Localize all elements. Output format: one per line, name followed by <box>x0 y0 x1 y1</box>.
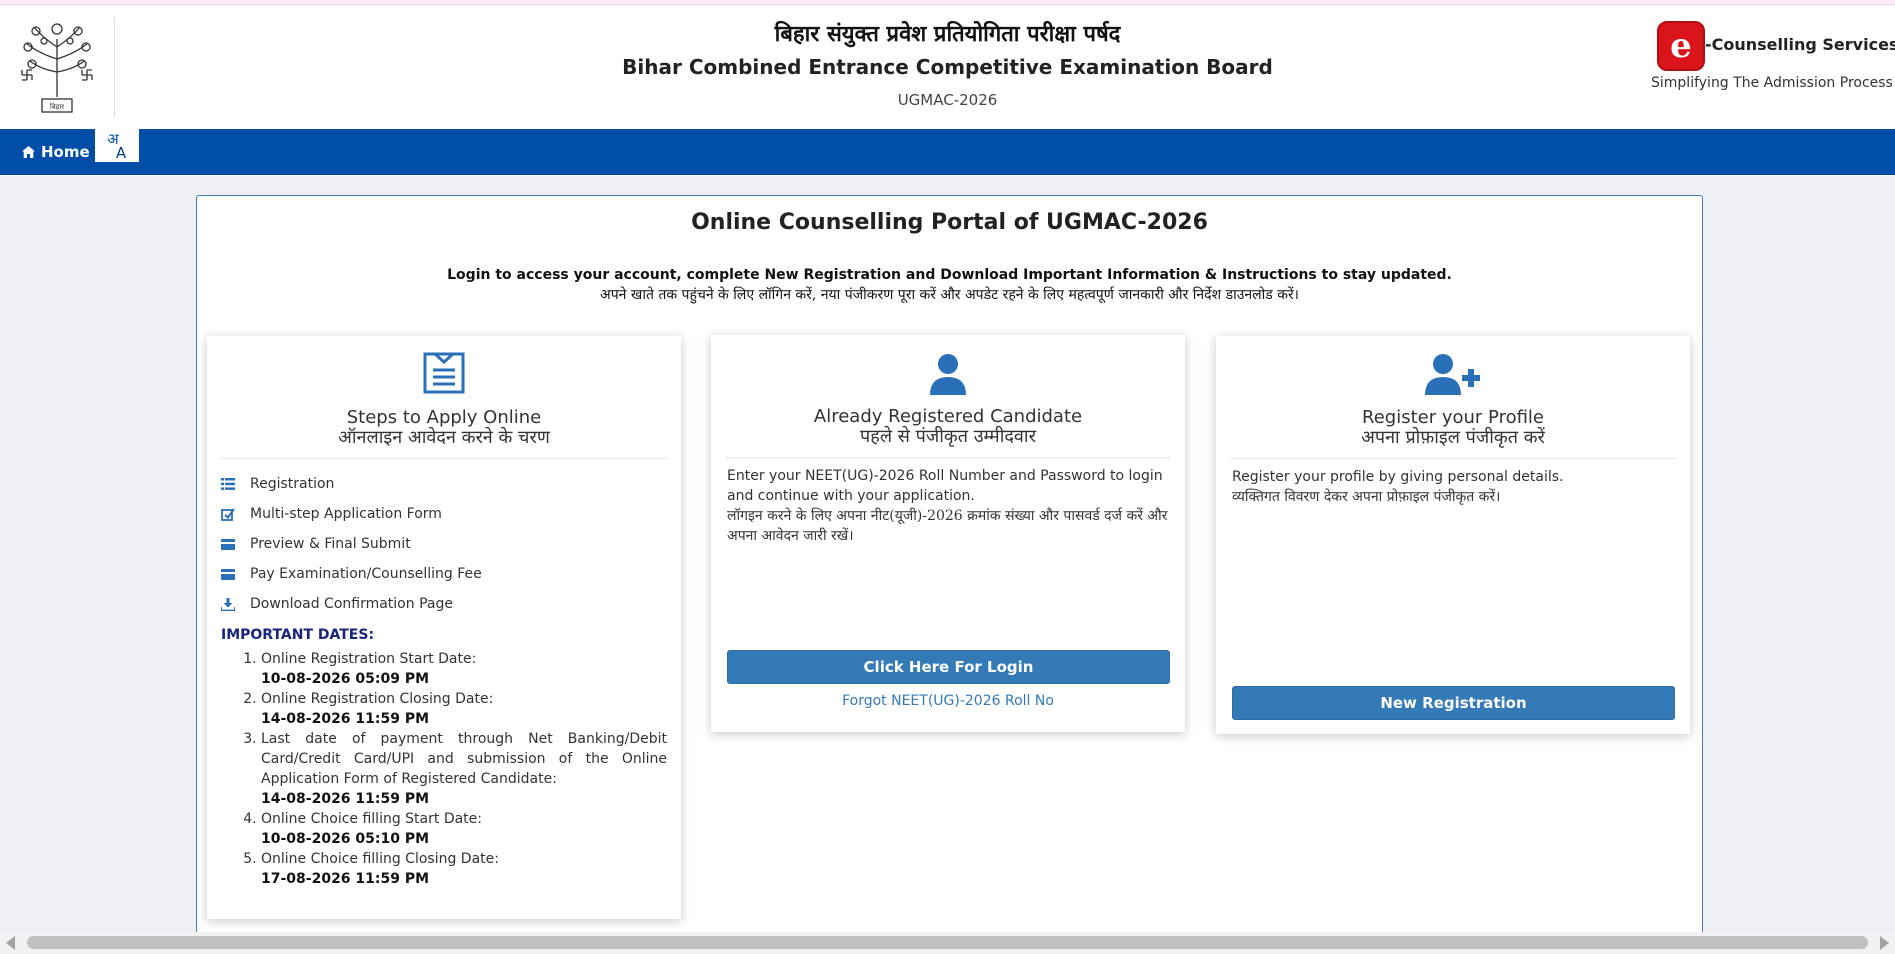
date-value: 10-08-2026 05:09 PM <box>261 671 430 687</box>
date-value: 14-08-2026 11:59 PM <box>261 791 430 807</box>
scroll-right-arrow-icon[interactable] <box>1880 936 1889 950</box>
date-label: Online Choice filling Start Date: <box>261 811 482 827</box>
important-dates-list: Online Registration Start Date: 10-08-20… <box>207 643 681 889</box>
register-card-title: Register your Profile अपना प्रोफ़ाइल पंज… <box>1216 408 1690 448</box>
login-instructions-hindi: लॉगइन करने के लिए अपना नीट(यूजी)-2026 क्… <box>727 508 1168 544</box>
language-toggle-button[interactable]: अ A <box>95 129 139 162</box>
register-instructions-hindi: व्यक्तिगत विवरण देकर अपना प्रोफ़ाइल पंजी… <box>1232 489 1501 505</box>
date-item: Online Registration Closing Date: 14-08-… <box>261 689 667 729</box>
edit-icon <box>221 506 250 522</box>
e-counselling-tagline: Simplifying The Admission Process <box>1651 75 1893 91</box>
date-label: Online Registration Closing Date: <box>261 691 494 707</box>
login-instructions-english: Enter your NEET(UG)-2026 Roll Number and… <box>727 468 1163 504</box>
register-card-title-english: Register your Profile <box>1362 407 1544 428</box>
user-icon <box>711 353 1185 395</box>
steps-card-title-hindi: ऑनलाइन आवेदन करने के चरण <box>338 427 550 448</box>
forgot-roll-number-link[interactable]: Forgot NEET(UG)-2026 Roll No <box>711 693 1185 709</box>
site-header: बिहार बिहार संयुक्त प्रवेश प्रतियोगिता प… <box>0 5 1895 129</box>
portal-subtitle-english: Login to access your account, complete N… <box>447 267 1452 283</box>
date-label: Online Choice filling Closing Date: <box>261 851 499 867</box>
portal-title: Online Counselling Portal of UGMAC-2026 <box>691 210 1208 235</box>
card-icon <box>221 536 250 552</box>
language-english-glyph: A <box>115 143 127 162</box>
login-card-title-english: Already Registered Candidate <box>813 406 1083 427</box>
register-instructions-english: Register your profile by giving personal… <box>1232 469 1564 485</box>
home-icon <box>22 146 35 158</box>
login-card: Already Registered Candidate पहले से पंज… <box>711 335 1185 732</box>
date-item: Online Registration Start Date: 10-08-20… <box>261 649 667 689</box>
counselling-portal-panel: Online Counselling Portal of UGMAC-2026 … <box>196 195 1703 935</box>
login-card-title-hindi: पहले से पंजीकृत उम्मीदवार <box>860 426 1036 447</box>
step-label: Registration <box>250 476 335 492</box>
steps-card-title: Steps to Apply Online ऑनलाइन आवेदन करने … <box>207 408 681 448</box>
new-registration-button[interactable]: New Registration <box>1232 686 1675 720</box>
portal-subtitle-hindi: अपने खाते तक पहुंचने के लिए लॉगिन करें, … <box>600 287 1299 303</box>
login-instructions: Enter your NEET(UG)-2026 Roll Number and… <box>711 458 1185 546</box>
step-item: Download Confirmation Page <box>221 589 667 619</box>
date-item: Online Choice filling Start Date: 10-08-… <box>261 809 667 849</box>
nav-home-link[interactable]: Home <box>22 129 90 175</box>
portal-subtitle: Login to access your account, complete N… <box>197 265 1702 305</box>
step-label: Pay Examination/Counselling Fee <box>250 566 482 582</box>
date-label: Online Registration Start Date: <box>261 651 477 667</box>
step-item: Registration <box>221 469 667 499</box>
credit-card-icon <box>221 566 250 582</box>
board-title-english: Bihar Combined Entrance Competitive Exam… <box>622 55 1273 79</box>
step-label: Multi-step Application Form <box>250 506 442 522</box>
login-card-title: Already Registered Candidate पहले से पंज… <box>711 407 1185 447</box>
date-value: 17-08-2026 11:59 PM <box>261 871 430 887</box>
steps-list: Registration Multi-step Application Form… <box>207 459 681 619</box>
scroll-left-arrow-icon[interactable] <box>6 936 15 950</box>
list-icon <box>221 476 250 492</box>
step-label: Download Confirmation Page <box>250 596 453 612</box>
login-button[interactable]: Click Here For Login <box>727 650 1170 684</box>
date-value: 10-08-2026 05:10 PM <box>261 831 430 847</box>
main-navbar: Home अ A <box>0 129 1895 175</box>
exam-code: UGMAC-2026 <box>897 91 998 109</box>
e-counselling-mark: e <box>1657 21 1705 71</box>
form-icon <box>207 352 681 394</box>
nav-home-label: Home <box>41 143 90 161</box>
horizontal-scrollbar[interactable] <box>0 932 1895 954</box>
register-card: Register your Profile अपना प्रोफ़ाइल पंज… <box>1216 336 1690 734</box>
important-dates-heading: IMPORTANT DATES: <box>221 627 375 643</box>
steps-card: Steps to Apply Online ऑनलाइन आवेदन करने … <box>207 336 681 919</box>
step-item: Multi-step Application Form <box>221 499 667 529</box>
steps-card-title-english: Steps to Apply Online <box>346 407 542 428</box>
step-item: Pay Examination/Counselling Fee <box>221 559 667 589</box>
scrollbar-thumb[interactable] <box>27 936 1868 949</box>
e-counselling-brand-name: -Counselling Services <box>1705 35 1895 54</box>
register-card-title-hindi: अपना प्रोफ़ाइल पंजीकृत करें <box>1361 427 1545 448</box>
download-icon <box>221 596 250 612</box>
add-user-icon <box>1216 353 1690 395</box>
date-label: Last date of payment through Net Banking… <box>261 731 667 787</box>
date-item: Online Choice filling Closing Date: 17-0… <box>261 849 667 889</box>
e-counselling-logo: e -Counselling Services Simplifying The … <box>1651 19 1895 99</box>
step-label: Preview & Final Submit <box>250 536 411 552</box>
date-item: Last date of payment through Net Banking… <box>261 729 667 809</box>
step-item: Preview & Final Submit <box>221 529 667 559</box>
header-titles: बिहार संयुक्त प्रवेश प्रतियोगिता परीक्षा… <box>0 19 1895 109</box>
date-value: 14-08-2026 11:59 PM <box>261 711 430 727</box>
register-instructions: Register your profile by giving personal… <box>1216 459 1690 507</box>
board-title-hindi: बिहार संयुक्त प्रवेश प्रतियोगिता परीक्षा… <box>774 21 1121 47</box>
